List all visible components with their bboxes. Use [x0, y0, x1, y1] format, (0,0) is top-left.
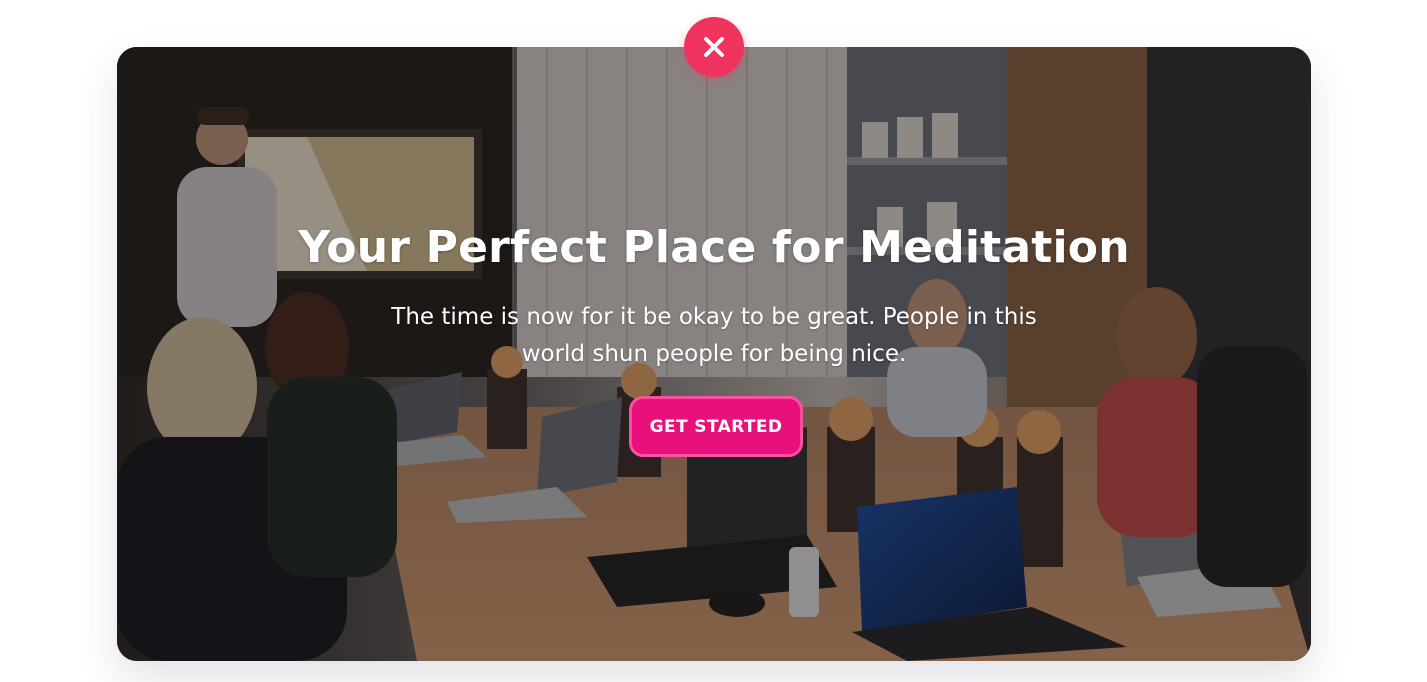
promo-modal: Your Perfect Place for Meditation The ti… [117, 47, 1311, 661]
get-started-button[interactable]: GET STARTED [629, 396, 803, 457]
modal-subtitle: The time is now for it be okay to be gre… [391, 304, 1037, 367]
close-button[interactable] [684, 17, 744, 77]
page: Your Perfect Place for Meditation The ti… [0, 0, 1427, 682]
close-icon [704, 37, 724, 57]
hero-content: Your Perfect Place for Meditation The ti… [117, 47, 1311, 661]
modal-title: Your Perfect Place for Meditation [298, 222, 1130, 273]
